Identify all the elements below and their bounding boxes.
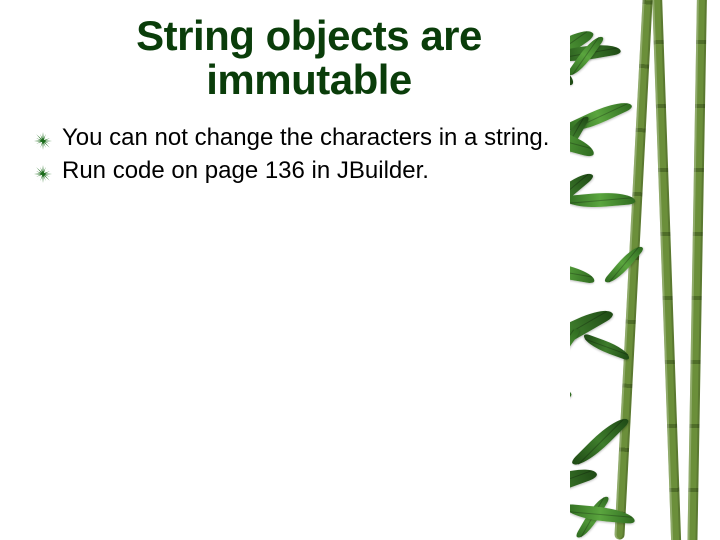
bullet-item: You can not change the characters in a s… <box>34 124 570 153</box>
slide: String objects are immutable <box>0 0 720 540</box>
bullet-item: Run code on page 136 in JBuilder. <box>34 157 570 186</box>
bullet-text: You can not change the characters in a s… <box>62 124 549 151</box>
slide-title: String objects are immutable <box>48 14 570 102</box>
bamboo-decoration <box>570 0 720 540</box>
bullet-list: You can not change the characters in a s… <box>28 124 570 186</box>
bullet-text: Run code on page 136 in JBuilder. <box>62 157 429 184</box>
starburst-icon <box>34 162 52 180</box>
starburst-icon <box>34 129 52 147</box>
